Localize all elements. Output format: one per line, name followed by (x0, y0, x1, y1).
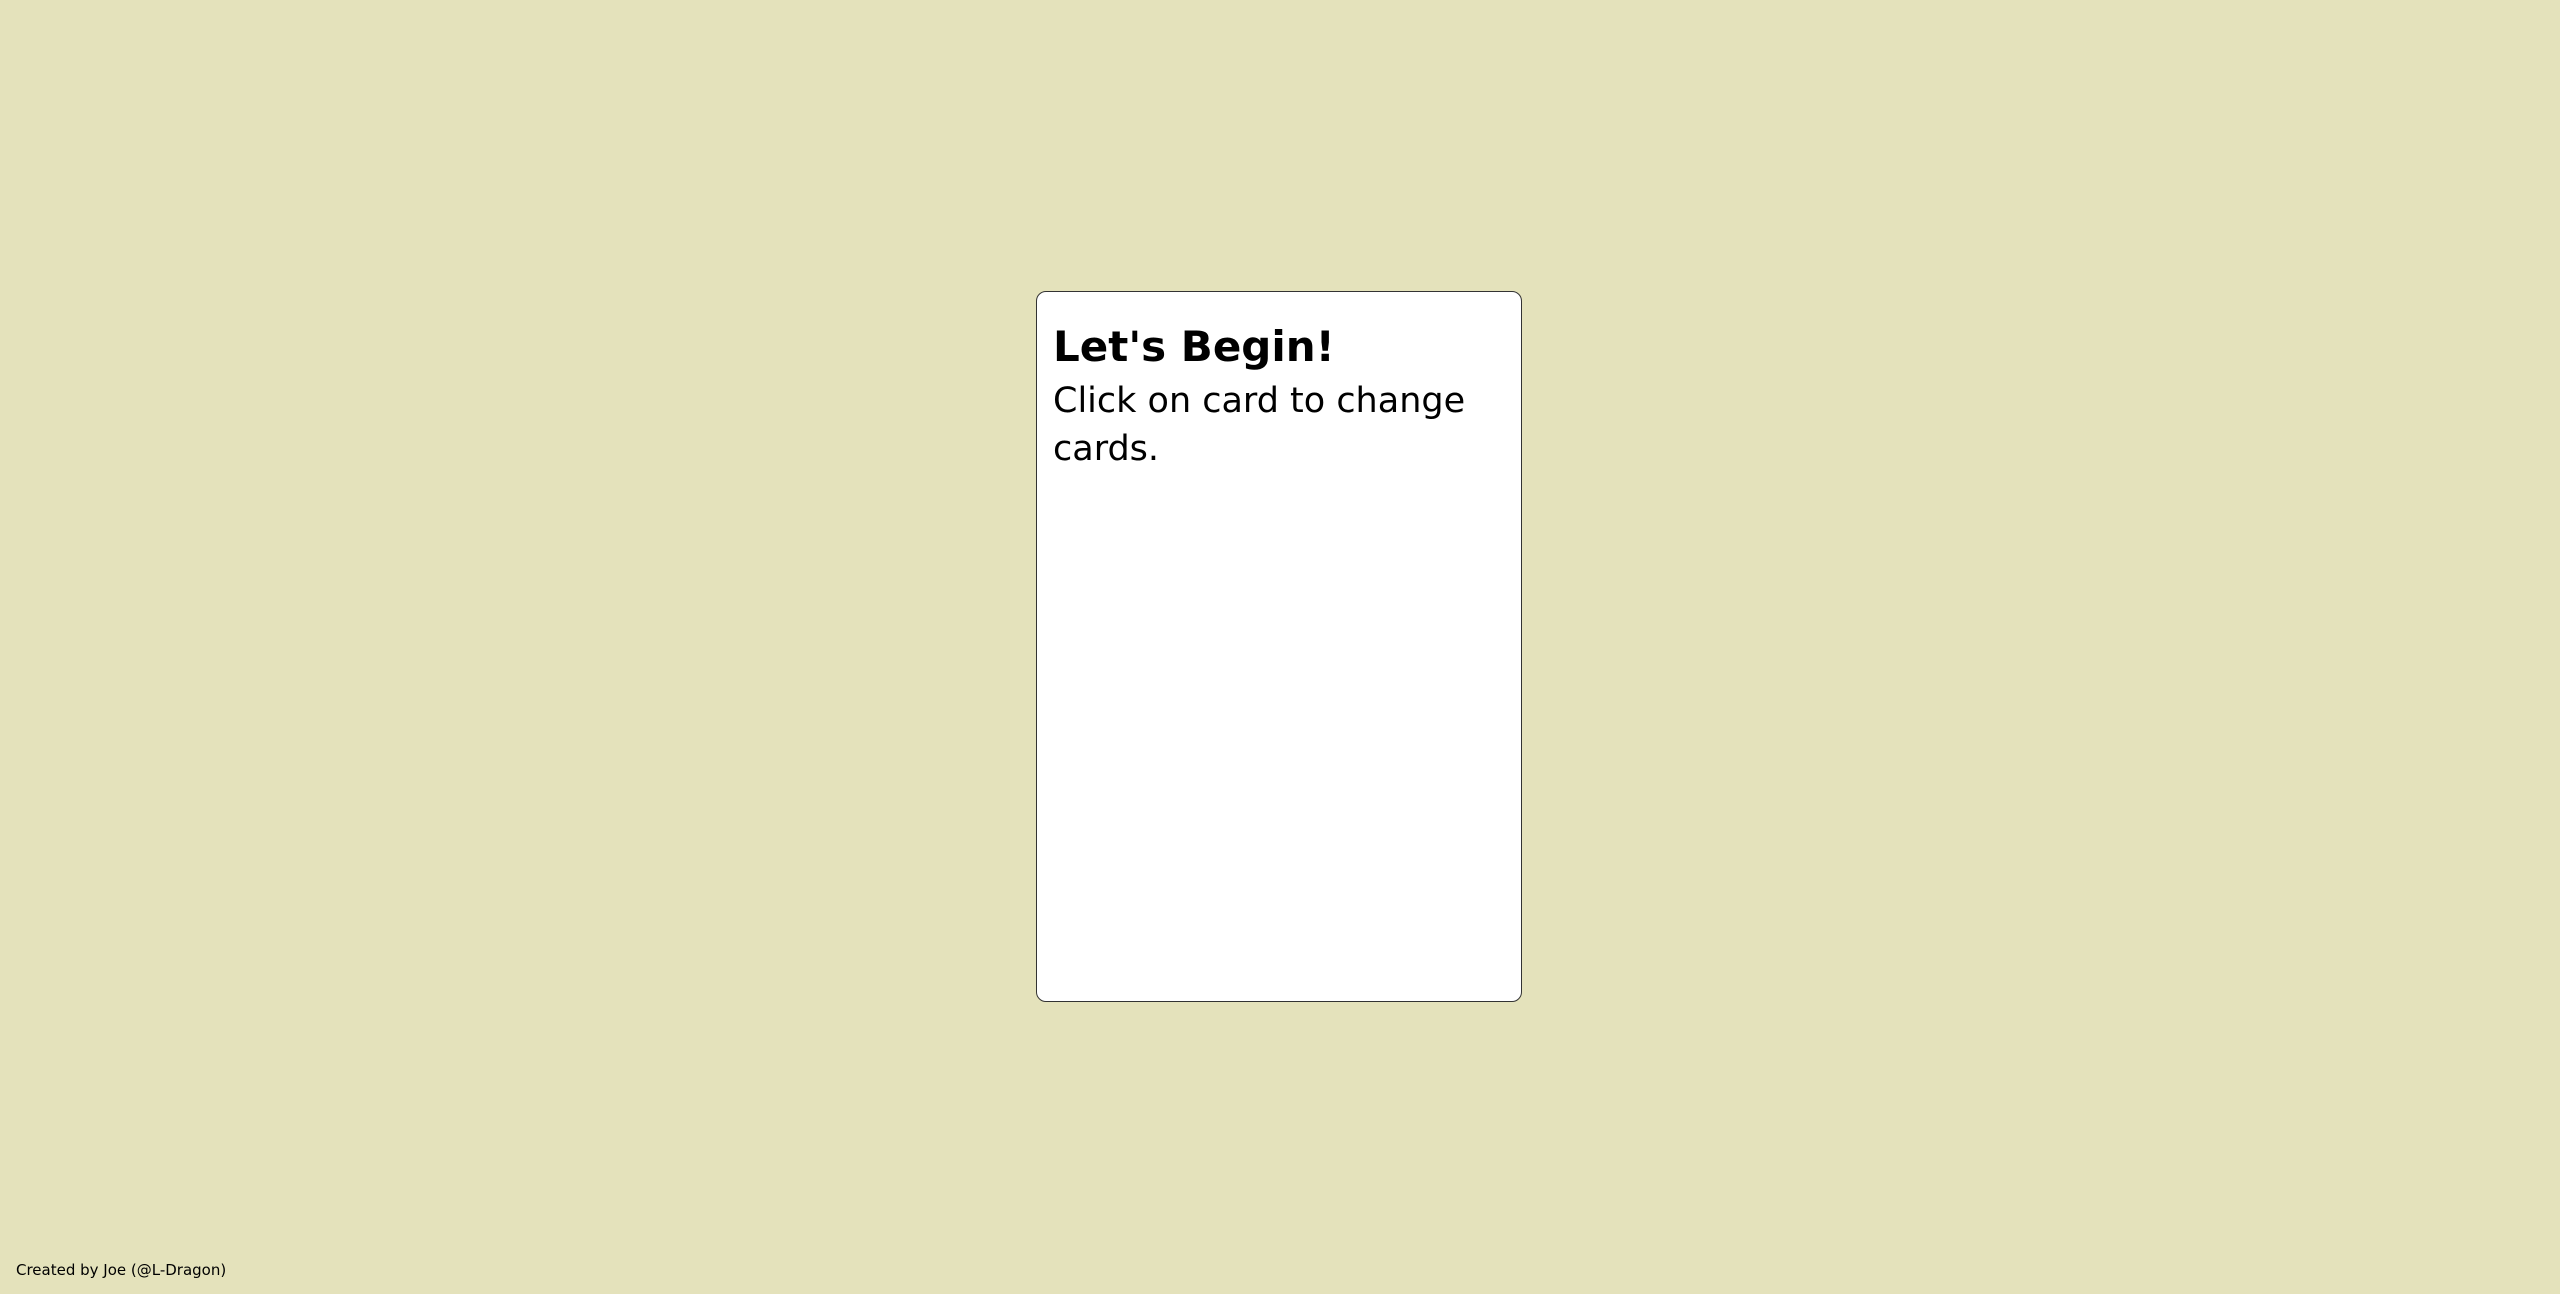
flash-card[interactable]: Let's Begin! Click on card to change car… (1036, 291, 1522, 1002)
card-text: Click on card to change cards. (1053, 381, 1466, 469)
card-title: Let's Begin! (1053, 322, 1335, 371)
footer-credit: Created by Joe (@L-Dragon) (16, 1261, 227, 1279)
